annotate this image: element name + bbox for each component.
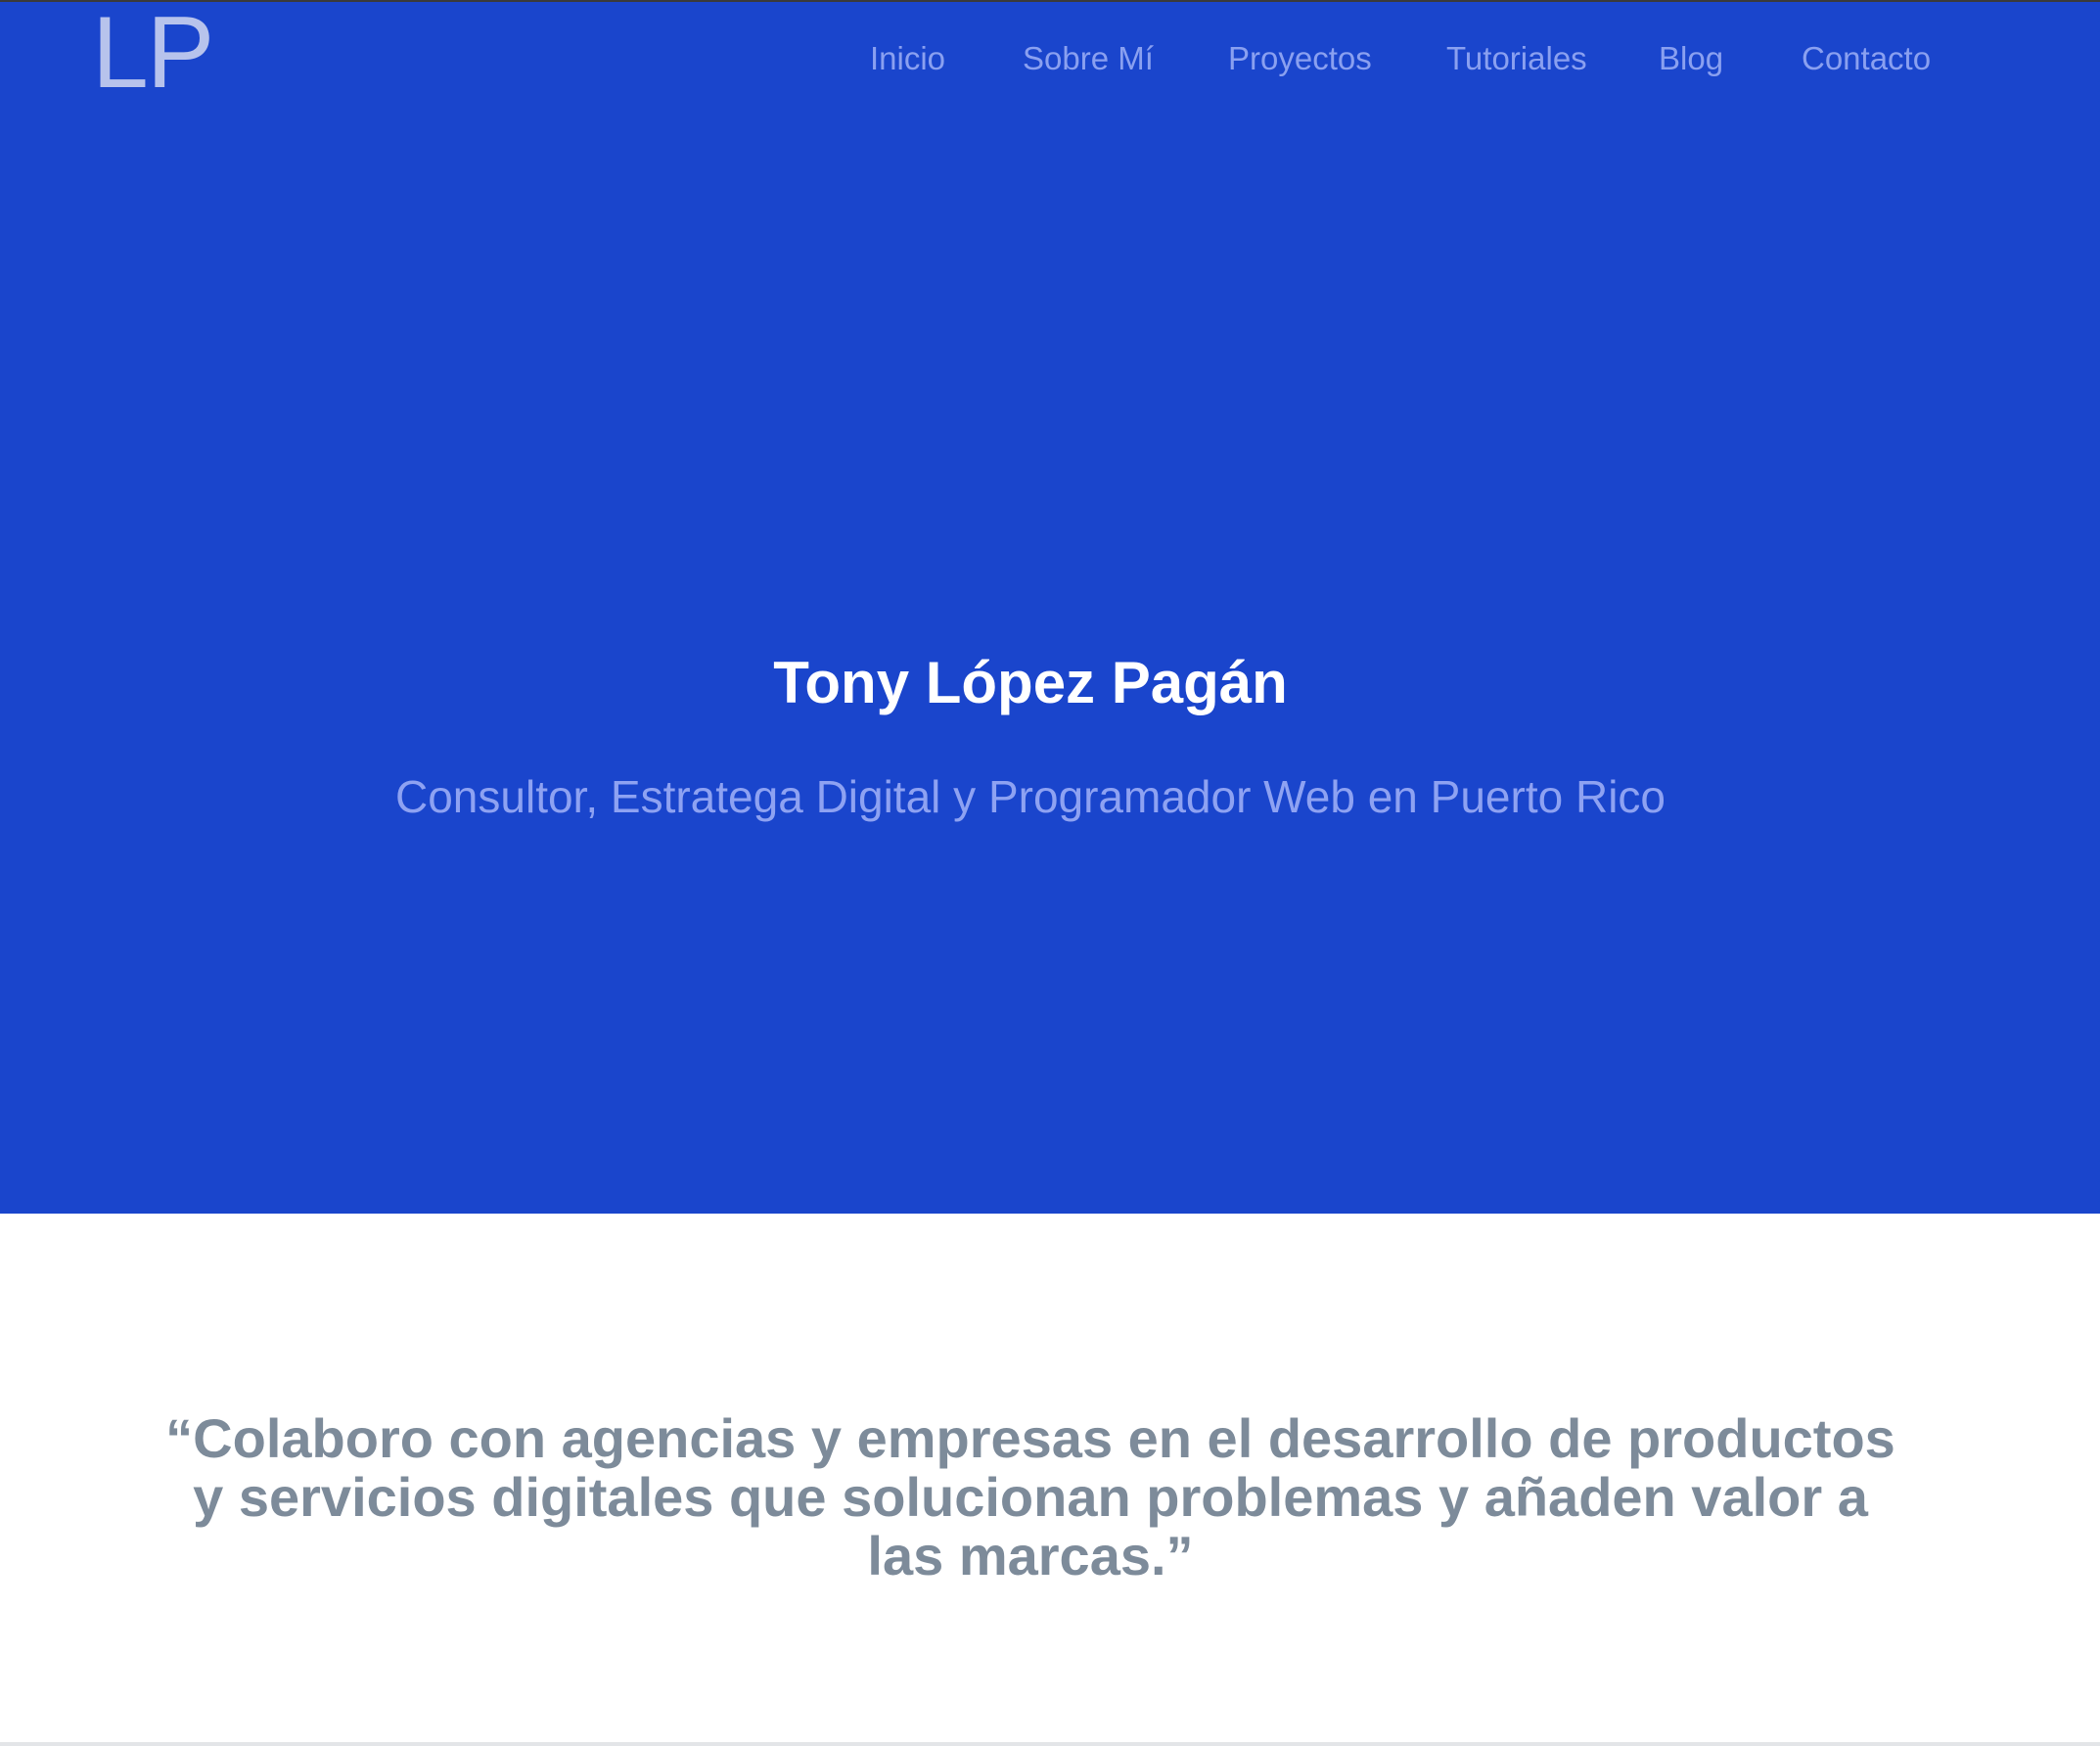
nav-item-proyectos[interactable]: Proyectos	[1228, 37, 1372, 80]
mission-quote: “Colaboro con agencias y empresas en el …	[165, 1407, 1895, 1586]
nav-item-tutoriales[interactable]: Tutoriales	[1446, 37, 1587, 80]
nav-item-contacto[interactable]: Contacto	[1802, 37, 1931, 80]
section-divider	[0, 1742, 2100, 1746]
hero-title: Tony López Pagán	[773, 650, 1288, 715]
quote-section: “Colaboro con agencias y empresas en el …	[0, 1214, 2100, 1746]
nav-item-blog[interactable]: Blog	[1659, 37, 1723, 80]
main-navigation: Inicio Sobre Mí Proyectos Tutoriales Blo…	[0, 37, 2100, 86]
hero-subtitle: Consultor, Estratega Digital y Programad…	[395, 771, 1666, 822]
nav-item-sobre-mi[interactable]: Sobre Mí	[1023, 37, 1154, 80]
page: LP Inicio Sobre Mí Proyectos Tutoriales …	[0, 0, 2100, 1746]
nav-item-inicio[interactable]: Inicio	[870, 37, 945, 80]
hero-section: LP Inicio Sobre Mí Proyectos Tutoriales …	[0, 0, 2100, 1214]
